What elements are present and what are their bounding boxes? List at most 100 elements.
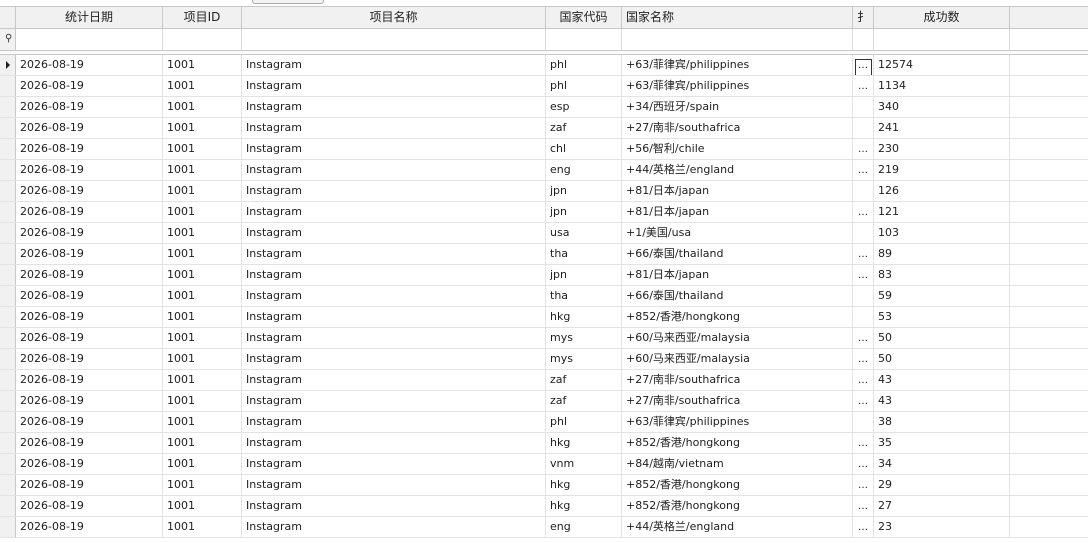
filter-date[interactable] (16, 29, 163, 50)
cell-country-name[interactable]: +84/越南/vietnam (622, 454, 853, 474)
cell-project-id[interactable]: 1001 (163, 496, 242, 516)
cell-country-name[interactable]: +66/泰国/thailand (622, 244, 853, 264)
cell-date[interactable]: 2026-08-19 (16, 349, 163, 369)
table-row[interactable]: 2026-08-19 1001 Instagram vnm +84/越南/vietnam… (0, 454, 1088, 475)
cell-extra[interactable] (853, 412, 874, 432)
table-row[interactable]: 2026-08-19 1001 Instagram mys +60/马来西亚/malay… (0, 328, 1088, 349)
cell-success-count[interactable]: 35 (874, 433, 1010, 453)
cell-project-name[interactable]: Instagram (242, 160, 546, 180)
row-indicator[interactable] (0, 286, 16, 306)
cell-project-id[interactable]: 1001 (163, 286, 242, 306)
row-indicator[interactable] (0, 244, 16, 264)
filter-extra[interactable] (853, 29, 874, 50)
row-indicator[interactable] (0, 391, 16, 411)
row-indicator[interactable] (0, 97, 16, 117)
cell-date[interactable]: 2026-08-19 (16, 202, 163, 222)
cell-date[interactable]: 2026-08-19 (16, 433, 163, 453)
ellipsis-button[interactable]: … (858, 144, 868, 155)
cell-project-id[interactable]: 1001 (163, 244, 242, 264)
header-country-code[interactable]: 国家代码 (546, 7, 622, 28)
cell-project-id[interactable]: 1001 (163, 328, 242, 348)
cell-success-count[interactable]: 38 (874, 412, 1010, 432)
cell-country-code[interactable]: phl (546, 76, 622, 96)
table-row[interactable]: 2026-08-19 1001 Instagram eng +44/英格兰/englan… (0, 160, 1088, 181)
table-row[interactable]: 2026-08-19 1001 Instagram zaf +27/南非/southaf… (0, 391, 1088, 412)
row-indicator[interactable] (0, 118, 16, 138)
filter-success-count[interactable] (874, 29, 1010, 50)
row-indicator[interactable] (0, 517, 16, 537)
cell-project-name[interactable]: Instagram (242, 202, 546, 222)
cell-extra[interactable] (853, 307, 874, 327)
cell-date[interactable]: 2026-08-19 (16, 328, 163, 348)
cell-date[interactable]: 2026-08-19 (16, 223, 163, 243)
cell-success-count[interactable]: 340 (874, 97, 1010, 117)
cell-project-name[interactable]: Instagram (242, 328, 546, 348)
cell-project-name[interactable]: Instagram (242, 265, 546, 285)
header-project-id[interactable]: 项目ID (163, 7, 242, 28)
row-indicator[interactable] (0, 433, 16, 453)
row-indicator[interactable] (0, 181, 16, 201)
ellipsis-button[interactable]: … (858, 396, 868, 407)
header-project-name[interactable]: 项目名称 (242, 7, 546, 28)
row-indicator[interactable] (0, 307, 16, 327)
row-indicator[interactable] (0, 328, 16, 348)
cell-success-count[interactable]: 103 (874, 223, 1010, 243)
table-row[interactable]: 2026-08-19 1001 Instagram hkg +852/香港/hongko… (0, 475, 1088, 496)
row-indicator[interactable] (0, 370, 16, 390)
cell-project-name[interactable]: Instagram (242, 370, 546, 390)
cell-project-name[interactable]: Instagram (242, 412, 546, 432)
cell-country-name[interactable]: +27/南非/southafrica (622, 391, 853, 411)
cell-date[interactable]: 2026-08-19 (16, 454, 163, 474)
cell-extra[interactable] (853, 97, 874, 117)
cell-project-id[interactable]: 1001 (163, 76, 242, 96)
ellipsis-button[interactable]: … (854, 59, 872, 75)
row-indicator[interactable] (0, 139, 16, 159)
ellipsis-button[interactable]: … (858, 438, 868, 449)
cell-country-code[interactable]: hkg (546, 433, 622, 453)
row-indicator[interactable] (0, 76, 16, 96)
cell-country-name[interactable]: +44/英格兰/england (622, 517, 853, 537)
cell-success-count[interactable]: 34 (874, 454, 1010, 474)
ellipsis-button[interactable]: … (858, 81, 868, 92)
cell-success-count[interactable]: 1134 (874, 76, 1010, 96)
cell-extra[interactable]: … (853, 160, 874, 180)
row-indicator[interactable] (0, 475, 16, 495)
cell-extra[interactable]: … (853, 496, 874, 516)
top-tab-button[interactable] (252, 0, 324, 4)
cell-country-name[interactable]: +852/香港/hongkong (622, 307, 853, 327)
table-row[interactable]: 2026-08-19 1001 Instagram hkg +852/香港/hongko… (0, 307, 1088, 328)
cell-project-id[interactable]: 1001 (163, 55, 242, 75)
row-indicator[interactable] (0, 496, 16, 516)
table-row[interactable]: 2026-08-19 1001 Instagram phl +63/菲律宾/philip… (0, 412, 1088, 433)
cell-project-id[interactable]: 1001 (163, 265, 242, 285)
cell-success-count[interactable]: 219 (874, 160, 1010, 180)
cell-success-count[interactable]: 12574 (874, 55, 1010, 75)
cell-success-count[interactable]: 241 (874, 118, 1010, 138)
row-indicator[interactable] (0, 223, 16, 243)
table-row[interactable]: 2026-08-19 1001 Instagram jpn +81/日本/japan … 8… (0, 265, 1088, 286)
cell-project-name[interactable]: Instagram (242, 433, 546, 453)
cell-country-code[interactable]: zaf (546, 391, 622, 411)
cell-extra[interactable]: … (853, 433, 874, 453)
cell-extra[interactable]: … (853, 454, 874, 474)
table-row[interactable]: 2026-08-19 1001 Instagram zaf +27/南非/southaf… (0, 370, 1088, 391)
cell-country-code[interactable]: tha (546, 286, 622, 306)
cell-project-id[interactable]: 1001 (163, 307, 242, 327)
cell-extra[interactable] (853, 286, 874, 306)
cell-country-name[interactable]: +27/南非/southafrica (622, 370, 853, 390)
filter-country-name[interactable] (622, 29, 853, 50)
filter-project-name[interactable] (242, 29, 546, 50)
cell-project-name[interactable]: Instagram (242, 349, 546, 369)
cell-date[interactable]: 2026-08-19 (16, 286, 163, 306)
cell-extra[interactable]: … (853, 202, 874, 222)
cell-success-count[interactable]: 83 (874, 265, 1010, 285)
row-indicator[interactable] (0, 202, 16, 222)
cell-project-id[interactable]: 1001 (163, 517, 242, 537)
cell-date[interactable]: 2026-08-19 (16, 391, 163, 411)
cell-extra[interactable]: … (853, 475, 874, 495)
cell-project-id[interactable]: 1001 (163, 160, 242, 180)
cell-country-code[interactable]: hkg (546, 496, 622, 516)
cell-project-name[interactable]: Instagram (242, 496, 546, 516)
table-row[interactable]: 2026-08-19 1001 Instagram eng +44/英格兰/englan… (0, 517, 1088, 538)
cell-project-name[interactable]: Instagram (242, 475, 546, 495)
